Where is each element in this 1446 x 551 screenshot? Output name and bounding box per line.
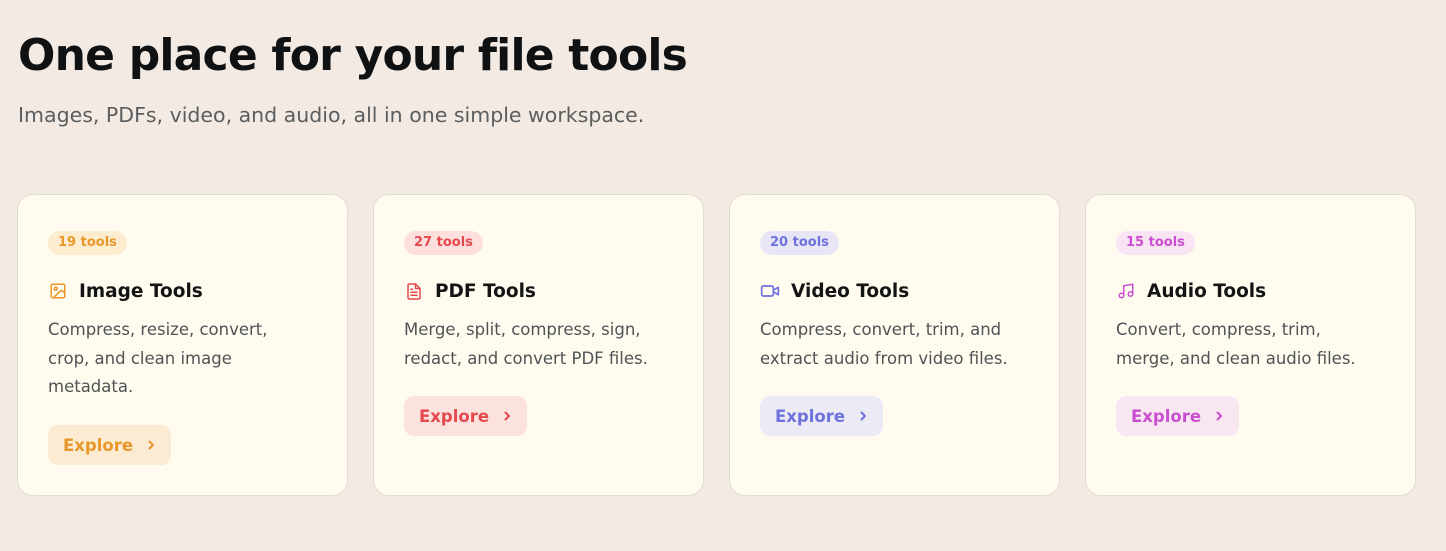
video-icon xyxy=(760,281,780,301)
card-video-tools: 20 tools Video Tools Compress, convert, … xyxy=(729,194,1060,496)
card-title-row: Audio Tools xyxy=(1116,279,1266,303)
card-image-tools: 19 tools Image Tools Compress, resize, c… xyxy=(17,194,348,496)
card-title: Image Tools xyxy=(79,280,203,302)
card-description: Compress, resize, convert, crop, and cle… xyxy=(48,320,268,396)
page-title: One place for your file tools xyxy=(18,30,688,81)
card-title-row: Video Tools xyxy=(760,279,909,303)
chevron-right-icon xyxy=(501,410,513,422)
card-title-row: Image Tools xyxy=(48,279,203,303)
image-icon xyxy=(48,281,68,301)
page-subtitle: Images, PDFs, video, and audio, all in o… xyxy=(18,103,645,127)
card-title: Audio Tools xyxy=(1147,280,1267,302)
tool-count-badge: 15 tools xyxy=(1116,231,1195,255)
card-title: PDF Tools xyxy=(435,280,536,302)
card-description: Merge, split, compress, sign, redact, an… xyxy=(404,320,648,368)
music-note-icon xyxy=(1116,281,1136,301)
chevron-right-icon xyxy=(145,439,157,451)
tool-count-badge: 27 tools xyxy=(404,231,483,255)
explore-video-tools-button[interactable]: Explore xyxy=(760,396,884,436)
card-audio-tools: 15 tools Audio Tools Convert, compress, … xyxy=(1085,194,1416,496)
explore-button-label: Explore xyxy=(419,406,490,426)
card-pdf-tools: 27 tools PDF Tools Merge, split, compres… xyxy=(373,194,704,496)
card-description: Compress, convert, trim, and extract aud… xyxy=(760,320,1008,368)
explore-pdf-tools-button[interactable]: Explore xyxy=(404,396,528,436)
card-title-row: PDF Tools xyxy=(404,279,536,303)
chevron-right-icon xyxy=(857,410,869,422)
explore-button-label: Explore xyxy=(63,435,134,455)
explore-button-label: Explore xyxy=(1131,406,1202,426)
tool-cards: 19 tools Image Tools Compress, resize, c… xyxy=(17,194,1416,496)
explore-button-label: Explore xyxy=(775,406,846,426)
card-description: Convert, compress, trim, merge, and clea… xyxy=(1116,320,1356,368)
tool-count-badge: 19 tools xyxy=(48,231,127,255)
tool-count-badge: 20 tools xyxy=(760,231,839,255)
explore-audio-tools-button[interactable]: Explore xyxy=(1116,396,1240,436)
page: One place for your file tools Images, PD… xyxy=(0,0,1446,551)
chevron-right-icon xyxy=(1213,410,1225,422)
explore-image-tools-button[interactable]: Explore xyxy=(48,425,172,465)
file-text-icon xyxy=(404,281,424,301)
card-title: Video Tools xyxy=(791,280,910,302)
